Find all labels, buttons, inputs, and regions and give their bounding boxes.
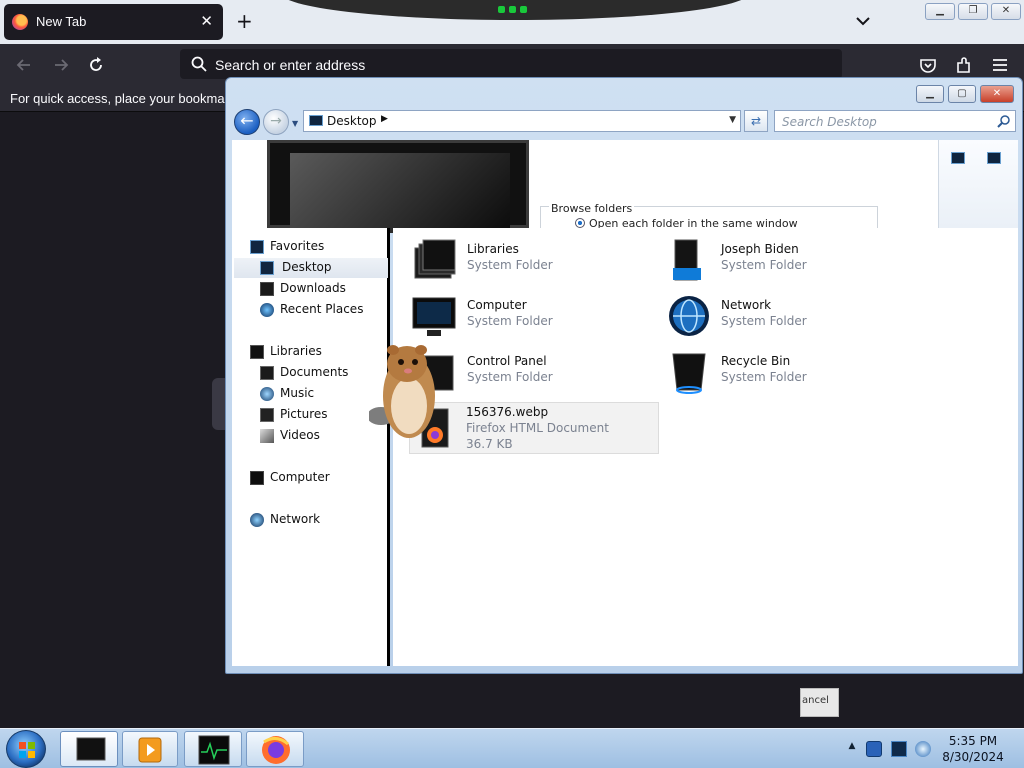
- clock-date: 8/30/2024: [942, 750, 1004, 764]
- network-tray-icon[interactable]: [891, 741, 907, 757]
- show-hidden-icons-arrow[interactable]: ▲: [844, 741, 860, 757]
- folder-options-legend: Browse folders: [549, 202, 635, 215]
- recent-pages-dropdown-icon[interactable]: ▼: [292, 119, 298, 128]
- refresh-button[interactable]: ⇄: [744, 110, 768, 132]
- item-control-panel[interactable]: Control Panel System Folder: [411, 348, 651, 400]
- item-network[interactable]: Network System Folder: [665, 292, 905, 344]
- firefox-tabbar: New Tab ✕ + ▁ ❐ ✕: [0, 0, 1024, 44]
- search-icon: [191, 56, 207, 72]
- new-tab-button[interactable]: +: [236, 9, 253, 33]
- close-button[interactable]: ✕: [991, 3, 1021, 20]
- address-bar[interactable]: Search or enter address: [180, 49, 842, 79]
- windows-taskbar: ▲ 5:35 PM 8/30/2024: [0, 728, 1024, 768]
- tab-title: New Tab: [36, 14, 87, 29]
- item-user-folder[interactable]: Joseph Biden System Folder: [665, 236, 905, 288]
- forward-icon[interactable]: [51, 55, 71, 75]
- media-player-icon: [138, 737, 162, 763]
- breadcrumb-chevron-icon[interactable]: ▶: [381, 114, 388, 124]
- explorer-window: ▁ ▢ ✕ ← → ▼ Desktop ▶ ▼ ⇄ Search Desktop…: [225, 77, 1023, 674]
- nav-desktop[interactable]: Desktop: [234, 258, 388, 278]
- item-webp-file[interactable]: 156376.webp Firefox HTML Document 36.7 K…: [409, 402, 659, 454]
- explorer-window-controls: ▁ ▢ ✕: [916, 85, 1016, 103]
- videos-icon: [260, 429, 274, 443]
- monitor-small-icon: [951, 152, 965, 164]
- drag-ghost-button: ancel: [800, 688, 839, 717]
- radio-same-window: [575, 218, 585, 228]
- downloads-icon: [260, 282, 274, 296]
- menu-icon[interactable]: [990, 55, 1010, 75]
- taskbar-explorer-button[interactable]: [60, 731, 118, 767]
- user-folder-icon: [673, 239, 701, 281]
- taskbar-media-player-button[interactable]: [122, 731, 178, 767]
- recent-places-icon: [260, 303, 274, 317]
- list-all-tabs-icon[interactable]: [854, 12, 872, 30]
- libraries-icon: [250, 345, 264, 359]
- firefox-icon: [262, 736, 290, 764]
- extensions-icon[interactable]: [954, 55, 974, 75]
- stale-right-panel: [938, 140, 1018, 228]
- back-icon[interactable]: [14, 55, 34, 75]
- navigation-pane: Favorites Desktop Downloads Recent Place…: [232, 228, 390, 666]
- system-clock[interactable]: 5:35 PM 8/30/2024: [938, 733, 1008, 765]
- explorer-address-bar[interactable]: Desktop ▶ ▼: [303, 110, 741, 132]
- action-center-flag-icon[interactable]: [866, 741, 882, 757]
- pocket-icon[interactable]: [918, 55, 938, 75]
- star-icon: [250, 240, 264, 254]
- stale-folder-options-group: Browse folders Open each folder in the s…: [540, 202, 878, 230]
- explorer-forward-button[interactable]: →: [263, 109, 289, 135]
- item-libraries[interactable]: Libraries System Folder: [411, 236, 651, 288]
- network-icon: [250, 513, 264, 527]
- hamster-sticker-image: [369, 345, 435, 438]
- recycle-bin-icon: [672, 353, 706, 394]
- explorer-close-button[interactable]: ✕: [980, 85, 1014, 103]
- taskbar-monitor-button[interactable]: [184, 731, 242, 767]
- address-dropdown-icon[interactable]: ▼: [729, 115, 736, 125]
- address-placeholder: Search or enter address: [215, 57, 366, 73]
- monitor-small-icon: [987, 152, 1001, 164]
- desktop-wallpaper-swoosh: [280, 0, 750, 20]
- file-list: Libraries System Folder Joseph Biden Sys…: [393, 228, 1018, 666]
- tab-close-icon[interactable]: ✕: [200, 12, 213, 30]
- stale-monitor-image: [267, 140, 529, 233]
- libraries-folder-icon: [414, 239, 456, 279]
- search-icon[interactable]: [997, 114, 1011, 128]
- desktop-icon: [309, 115, 323, 126]
- reload-icon[interactable]: [86, 55, 106, 75]
- music-icon: [260, 387, 274, 401]
- green-lights-decoration: [498, 6, 528, 16]
- search-placeholder: Search Desktop: [782, 115, 877, 129]
- restore-button[interactable]: ❐: [958, 3, 988, 20]
- explorer-minimize-button[interactable]: ▁: [916, 85, 944, 103]
- item-recycle-bin[interactable]: Recycle Bin System Folder: [665, 348, 905, 400]
- breadcrumb-desktop[interactable]: Desktop: [327, 114, 377, 128]
- computer-icon: [250, 471, 264, 485]
- explorer-back-button[interactable]: ←: [234, 109, 260, 135]
- explorer-icon: [76, 737, 106, 761]
- clock-time: 5:35 PM: [948, 734, 998, 748]
- minimize-button[interactable]: ▁: [925, 3, 955, 20]
- start-button[interactable]: [6, 730, 46, 768]
- taskbar-firefox-button[interactable]: [246, 731, 304, 767]
- item-computer[interactable]: Computer System Folder: [411, 292, 651, 344]
- firefox-window-controls: ▁ ❐ ✕: [925, 3, 1021, 20]
- desktop-icon: [260, 261, 274, 275]
- search-desktop-input[interactable]: Search Desktop: [774, 110, 1016, 132]
- network-globe-icon: [669, 296, 709, 336]
- pictures-icon: [260, 408, 274, 422]
- resource-monitor-icon: [198, 735, 230, 765]
- computer-monitor-icon: [412, 297, 456, 336]
- windows-logo-icon: [19, 742, 35, 758]
- explorer-maximize-button[interactable]: ▢: [948, 85, 976, 103]
- documents-icon: [260, 366, 274, 380]
- tab-new-tab[interactable]: New Tab ✕: [4, 4, 223, 40]
- firefox-favicon-icon: [12, 14, 28, 30]
- volume-tray-icon[interactable]: [915, 741, 931, 757]
